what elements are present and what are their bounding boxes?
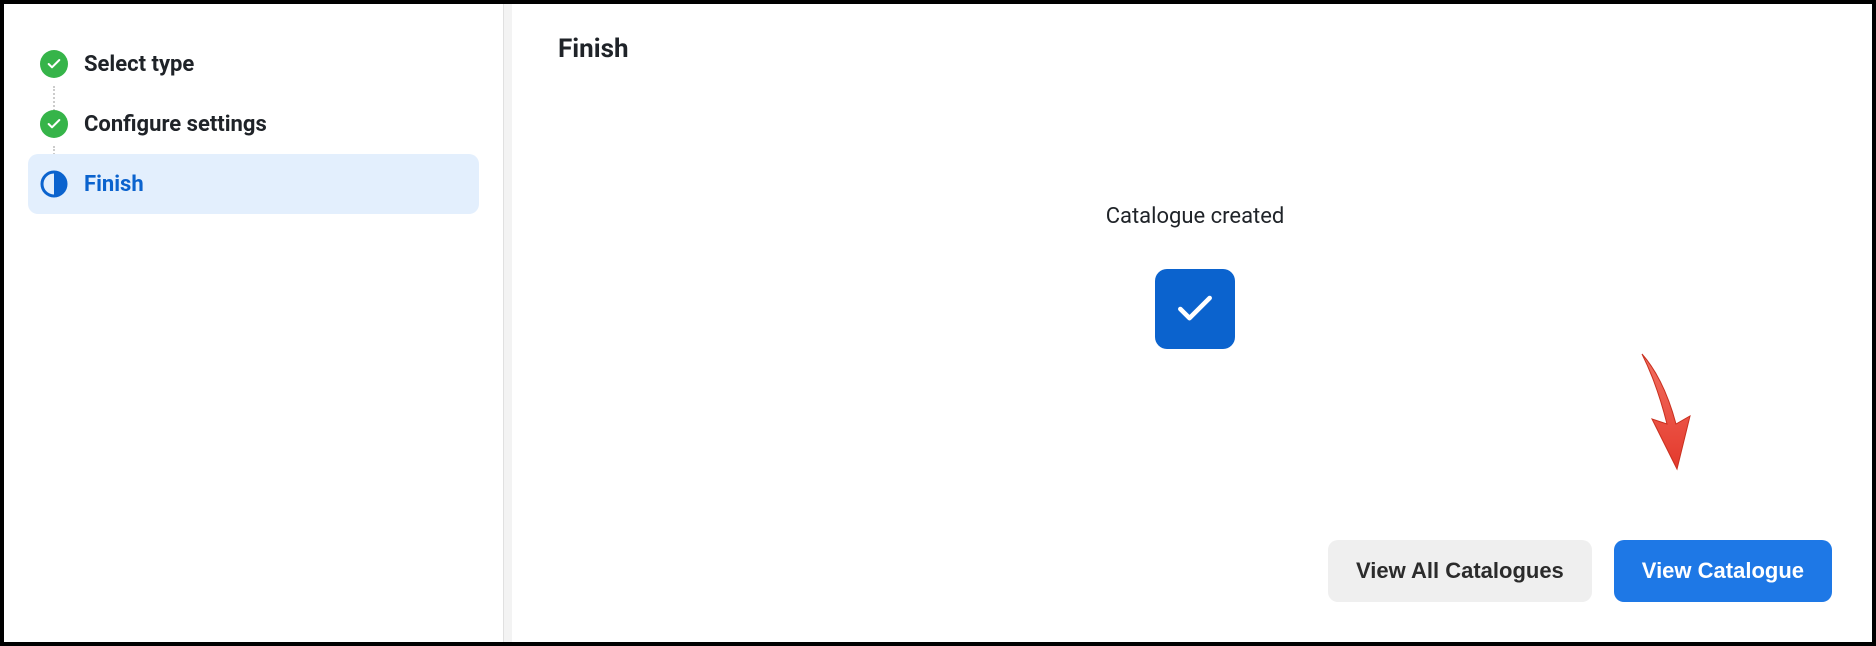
panel-divider [504,4,512,642]
step-finish[interactable]: Finish [28,154,479,214]
step-select-type[interactable]: Select type [28,34,479,94]
check-circle-icon [40,50,68,78]
step-label: Select type [84,52,194,77]
check-circle-icon [40,110,68,138]
main-content: Finish Catalogue created View All Catalo… [518,4,1872,642]
success-message: Catalogue created [1106,204,1285,229]
view-all-catalogues-button[interactable]: View All Catalogues [1328,540,1592,602]
step-label: Configure settings [84,112,267,137]
page-title: Finish [558,34,1832,64]
step-label: Finish [84,172,144,197]
half-circle-icon [40,170,68,198]
success-check-icon [1155,269,1235,349]
step-configure-settings[interactable]: Configure settings [28,94,479,154]
button-bar: View All Catalogues View Catalogue [558,540,1832,612]
view-catalogue-button[interactable]: View Catalogue [1614,540,1832,602]
wizard-sidebar: Select type Configure settings Finish [4,4,504,642]
success-area: Catalogue created [558,104,1832,540]
